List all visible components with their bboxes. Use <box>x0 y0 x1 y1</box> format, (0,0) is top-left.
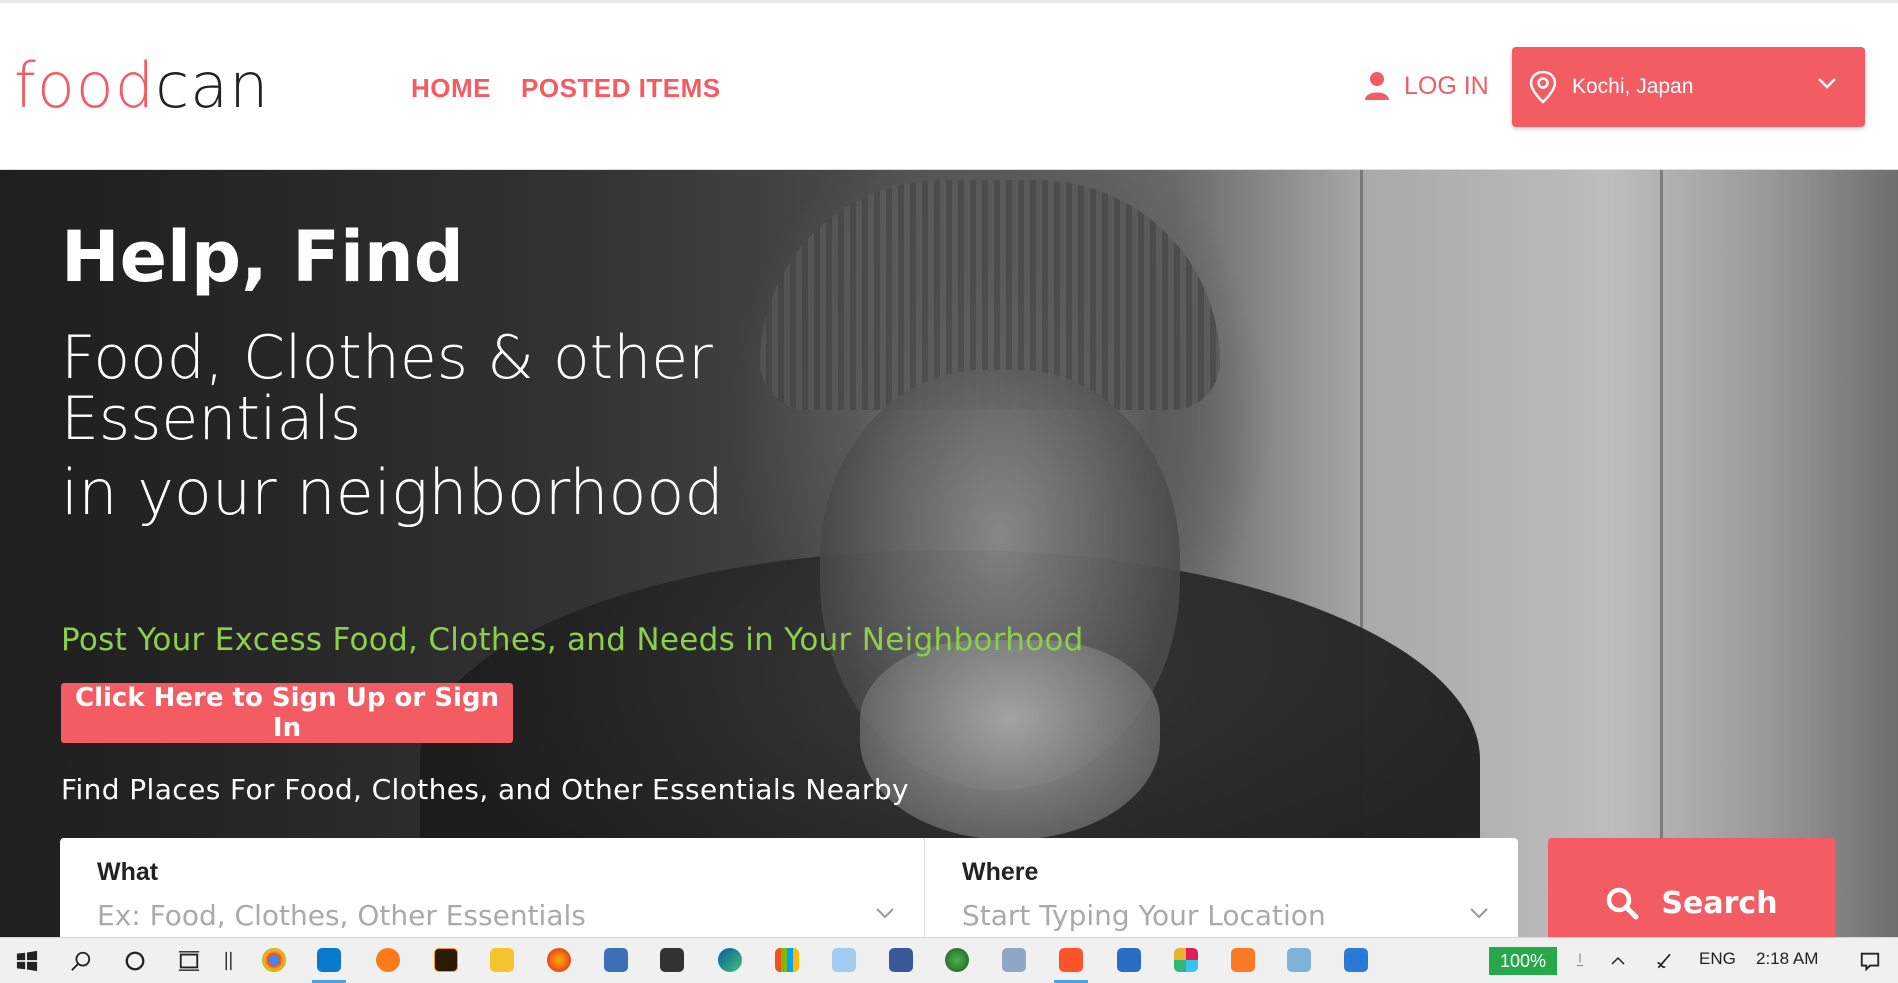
signup-signin-button[interactable]: Click Here to Sign Up or Sign In <box>61 683 513 743</box>
location-value: Kochi, Japan <box>1572 75 1694 98</box>
what-field-group: What <box>60 838 925 937</box>
chevron-down-icon[interactable] <box>1470 908 1488 919</box>
chevron-down-icon <box>1818 78 1836 89</box>
logo-food-text: food <box>14 49 156 122</box>
battery-percentage[interactable]: 100% <box>1489 947 1557 975</box>
what-label: What <box>97 858 159 886</box>
vscode-icon[interactable] <box>317 948 341 972</box>
chrome-icon[interactable] <box>262 948 286 972</box>
xampp-icon[interactable] <box>1231 948 1255 972</box>
task-view-icon[interactable] <box>174 946 204 976</box>
touch-keyboard-icon[interactable] <box>1565 946 1595 976</box>
what-input[interactable] <box>97 899 887 932</box>
chevron-up-icon[interactable] <box>1603 946 1633 976</box>
facebook-icon[interactable] <box>889 948 913 972</box>
search-form: What Where <box>60 838 1518 937</box>
wps-icon[interactable] <box>1344 948 1368 972</box>
notepad-icon[interactable] <box>832 948 856 972</box>
search-button-label: Search <box>1661 886 1778 921</box>
firefox-icon[interactable] <box>547 948 571 972</box>
sublime-icon[interactable] <box>376 948 400 972</box>
clock[interactable]: 2:18 AM <box>1756 949 1818 969</box>
pen-icon[interactable] <box>214 946 244 976</box>
site-header: foodcan HOME POSTED ITEMS LOG IN Kochi, … <box>0 3 1898 170</box>
cortana-icon[interactable] <box>120 946 150 976</box>
windows-start-icon[interactable] <box>12 946 42 976</box>
apps-icon[interactable] <box>775 948 799 972</box>
window-app-icon[interactable] <box>1117 948 1141 972</box>
store-icon[interactable] <box>660 948 684 972</box>
find-places-text: Find Places For Food, Clothes, and Other… <box>61 773 909 806</box>
where-field-group: Where <box>925 838 1518 937</box>
user-icon <box>1365 72 1389 100</box>
search-icon[interactable] <box>66 946 96 976</box>
hero-subtitle-line1: Food, Clothes & other Essentials <box>61 323 713 454</box>
search-icon <box>1607 887 1639 920</box>
search-button[interactable]: Search <box>1548 838 1835 937</box>
where-label: Where <box>962 858 1039 886</box>
language-indicator[interactable]: ENG <box>1699 949 1736 969</box>
where-input[interactable] <box>962 899 1481 932</box>
hero-title: Help, Find <box>61 216 464 298</box>
folder-icon[interactable] <box>490 948 514 972</box>
hero-subtitle-line2: in your neighborhood <box>61 456 724 529</box>
login-label: LOG IN <box>1404 71 1489 100</box>
pen-workspace-icon[interactable] <box>1650 946 1680 976</box>
location-select[interactable]: Kochi, Japan <box>1512 47 1865 127</box>
brave-icon[interactable] <box>1059 948 1083 972</box>
site-logo[interactable]: foodcan <box>14 51 269 121</box>
nav-posted-items-link[interactable]: POSTED ITEMS <box>521 73 721 104</box>
main-nav: HOME POSTED ITEMS <box>411 73 721 104</box>
archive-icon[interactable] <box>1002 948 1026 972</box>
login-link[interactable]: LOG IN <box>1364 71 1489 101</box>
edge-icon[interactable] <box>718 948 742 972</box>
app-icon[interactable] <box>1287 948 1311 972</box>
notifications-icon[interactable] <box>1855 946 1885 976</box>
slack-icon[interactable] <box>1174 948 1198 972</box>
logo-can-text: can <box>155 49 270 122</box>
hero-section: Help, Find Food, Clothes & other Essenti… <box>0 170 1898 937</box>
windows-taskbar: 100% ENG 2:18 AM <box>0 937 1898 983</box>
nav-home-link[interactable]: HOME <box>411 73 491 104</box>
globe-app-icon[interactable] <box>945 948 969 972</box>
wall-line <box>1660 170 1663 937</box>
chevron-down-icon[interactable] <box>876 908 894 919</box>
network-tool-icon[interactable] <box>604 948 628 972</box>
map-pin-icon <box>1529 70 1557 104</box>
hero-photo-beard <box>860 640 1160 840</box>
illustrator-icon[interactable] <box>434 948 458 972</box>
hero-tagline: Post Your Excess Food, Clothes, and Need… <box>61 622 1084 658</box>
